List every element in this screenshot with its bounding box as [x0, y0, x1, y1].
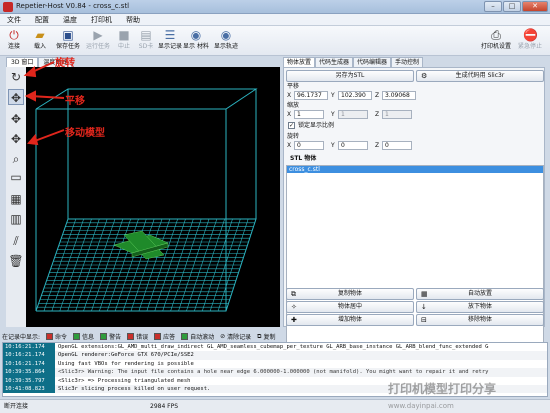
log-row: 10:16:21.174 Using fast VBOs for renderin…	[3, 359, 194, 369]
watermark-logo: 打印机模型打印分享 www.dayinpai.com	[388, 382, 497, 410]
log-row: 10:16:21.174 OpenGL renderer:GeForce GTX …	[3, 351, 547, 360]
command-swatch-icon	[46, 333, 54, 340]
tab-manual-control[interactable]: 手动控制	[391, 57, 424, 67]
warning-swatch-icon	[100, 333, 108, 340]
autoplace-button[interactable]: ▦ 自动放置	[416, 288, 544, 300]
plus-icon: ✚	[291, 316, 297, 324]
translate-y-field[interactable]: 102.390	[338, 91, 372, 100]
rotation-label: 旋转	[287, 133, 300, 140]
tab-object-placement[interactable]: 物体放置	[283, 57, 316, 67]
grid-icon: ▦	[421, 290, 428, 298]
arrow-down-icon: ↓	[421, 303, 427, 311]
connection-status: 断开连接	[4, 403, 29, 410]
ack-swatch-icon	[154, 333, 162, 340]
center-icon: ✧	[291, 303, 297, 311]
tab-code-editor[interactable]: 代码编辑器	[353, 57, 392, 67]
translation-label: 平移	[287, 83, 300, 90]
translate-x-field[interactable]: 96.1737	[294, 91, 328, 100]
log-row: 10:39:35.864 <Slic3r> Warning: The input …	[3, 368, 547, 377]
clear-log-button[interactable]: ⊘ 清除记录	[220, 332, 251, 341]
clear-icon: ⊘	[220, 333, 226, 340]
scale-label: 缩放	[287, 102, 300, 109]
center-object-button[interactable]: ✧ 物体居中	[286, 301, 414, 313]
save-as-stl-button[interactable]: 另存为STL	[286, 70, 414, 82]
stl-objects-label: STL 物体	[290, 155, 317, 162]
filter-autoscroll[interactable]: 自动滚动	[181, 332, 214, 341]
lock-aspect-checkbox[interactable]: ✓	[288, 122, 295, 129]
scale-x-field[interactable]: 1	[294, 110, 324, 119]
log-filter-bar: 在记录中显示: 命令 信息 警告 错误 应答 自动滚动 ⊘ 清除记录 ⧉ 复制	[2, 331, 548, 342]
autoscroll-swatch-icon	[181, 333, 189, 340]
rotate-z-field[interactable]: 0	[382, 141, 412, 150]
object-placement-panel: 另存为STL ⚙ 生成代码用 Slic3r 平移 X 96.1737 Y 102…	[283, 67, 545, 351]
delete-icon: ⊟	[421, 316, 427, 324]
remove-object-button[interactable]: ⊟ 移除物体	[416, 314, 544, 326]
copy-log-button[interactable]: ⧉ 复制	[257, 332, 275, 342]
filter-command[interactable]: 命令	[46, 332, 67, 341]
add-object-button[interactable]: ✚ 增加物体	[286, 314, 414, 326]
copy-icon: ⧉	[291, 290, 296, 298]
rotate-y-field[interactable]: 0	[338, 141, 368, 150]
scale-z-field[interactable]: 1	[382, 110, 412, 119]
error-swatch-icon	[127, 333, 135, 340]
scale-y-field[interactable]: 1	[338, 110, 368, 119]
log-filter-label: 在记录中显示:	[2, 334, 41, 341]
filter-error[interactable]: 错误	[127, 332, 148, 341]
right-tabs: 物体放置 代码生成器 代码编辑器 手动控制	[283, 57, 424, 67]
generate-code-button[interactable]: ⚙ 生成代码用 Slic3r	[416, 70, 544, 82]
filter-info[interactable]: 信息	[73, 332, 94, 341]
copy-object-button[interactable]: ⧉ 复制物体	[286, 288, 414, 300]
info-swatch-icon	[73, 333, 81, 340]
gear-icon: ⚙	[421, 72, 428, 80]
list-item[interactable]: cross_c.stl	[287, 166, 543, 173]
fps-readout: 2984 FPS	[150, 403, 179, 410]
log-row: 10:16:21.174 OpenGL extensions:GL_AMD_mul…	[3, 343, 489, 352]
drop-object-button[interactable]: ↓ 放下物体	[416, 301, 544, 313]
copy-log-icon: ⧉	[257, 332, 262, 340]
rotate-x-field[interactable]: 0	[294, 141, 324, 150]
tab-code-generator[interactable]: 代码生成器	[315, 57, 354, 67]
lock-aspect-label: 锁定显示比例	[298, 122, 335, 129]
filter-ack[interactable]: 应答	[154, 332, 175, 341]
translate-z-field[interactable]: 3.09068	[382, 91, 416, 100]
filter-warning[interactable]: 警告	[100, 332, 121, 341]
